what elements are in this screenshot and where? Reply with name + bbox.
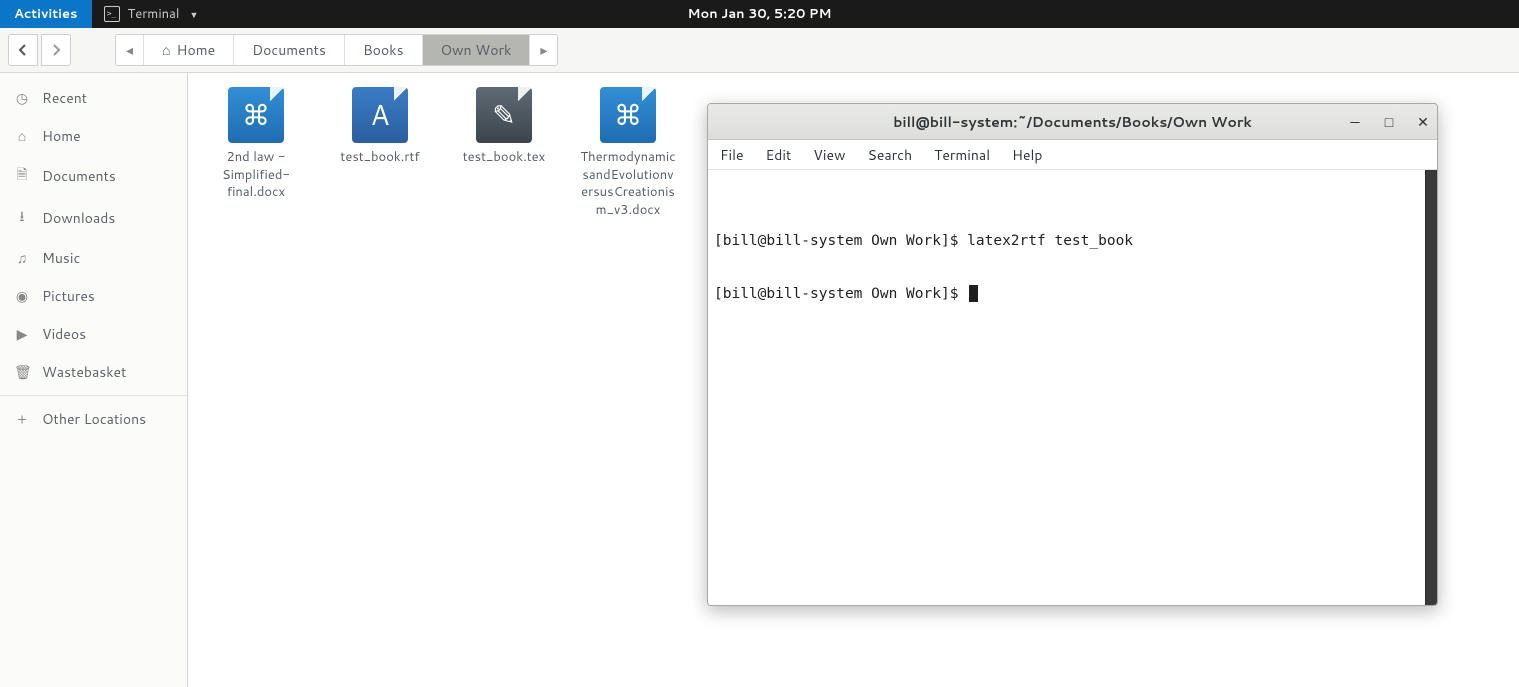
sidebar-item-label: Documents [42, 166, 116, 186]
terminal-title: bill@bill-system:~/Documents/Books/Own W… [893, 112, 1252, 132]
terminal-scrollbar[interactable] [1425, 170, 1437, 605]
sidebar-item-videos[interactable]: ▶ Videos [0, 315, 187, 353]
clock[interactable]: Mon Jan 30, 5:20 PM [688, 5, 832, 23]
maximize-button[interactable]: □ [1381, 112, 1397, 132]
path-seg-label: Home [177, 40, 216, 60]
sidebar-item-home[interactable]: ⌂ Home [0, 117, 187, 155]
sidebar-item-label: Wastebasket [42, 362, 126, 382]
file-label: ThermodynamicsandEvolutionversusCreation… [580, 149, 676, 219]
file-label: test_book.tex [456, 149, 552, 167]
chevron-left-icon [17, 44, 29, 56]
file-icon-tex: ✎ [476, 87, 532, 143]
sidebar-item-label: Videos [42, 324, 86, 344]
terminal-app-icon [104, 6, 120, 22]
files-toolbar: ◂ ⌂ Home Documents Books Own Work ▸ [0, 28, 1519, 73]
back-button[interactable] [8, 34, 38, 66]
file-label: test_book.rtf [332, 149, 428, 167]
path-home[interactable]: ⌂ Home [144, 35, 234, 65]
chevron-right-icon [50, 44, 62, 56]
plus-icon: + [14, 409, 30, 429]
terminal-output: [bill@bill-system Own Work]$ latex2rtf t… [714, 228, 1431, 308]
home-icon: ⌂ [162, 40, 170, 60]
terminal-menu-search[interactable]: Search [868, 145, 913, 165]
app-menu-label: Terminal [128, 5, 180, 23]
recent-icon: ◷ [14, 88, 30, 108]
wastebasket-icon: 🗑 [14, 362, 30, 382]
sidebar-item-music[interactable]: ♫ Music [0, 239, 187, 277]
sidebar-item-pictures[interactable]: ◉ Pictures [0, 277, 187, 315]
app-menu[interactable]: Terminal ▼ [92, 0, 211, 28]
chevron-down-icon: ▼ [189, 8, 198, 21]
videos-icon: ▶ [14, 324, 30, 344]
terminal-titlebar[interactable]: bill@bill-system:~/Documents/Books/Own W… [708, 104, 1437, 140]
downloads-icon: ⭳ [14, 206, 30, 230]
documents-icon: 🗎 [14, 164, 30, 188]
sidebar-item-label: Pictures [42, 286, 95, 306]
sidebar-item-label: Music [42, 248, 80, 268]
sidebar-item-wastebasket[interactable]: 🗑 Wastebasket [0, 353, 187, 391]
terminal-menu-edit[interactable]: Edit [766, 145, 792, 165]
sidebar-item-label: Home [42, 126, 81, 146]
sidebar-item-label: Other Locations [42, 409, 146, 429]
terminal-cursor [969, 285, 978, 302]
minimize-button[interactable]: — [1347, 112, 1363, 132]
sidebar-item-documents[interactable]: 🗎 Documents [0, 155, 187, 197]
sidebar-item-label: Downloads [42, 208, 115, 228]
terminal-menu-terminal[interactable]: Terminal [934, 145, 990, 165]
terminal-menubar: File Edit View Search Terminal Help [708, 140, 1437, 170]
pictures-icon: ◉ [14, 286, 30, 306]
sidebar-separator [0, 395, 187, 396]
file-icon-docx: ⌘ [228, 87, 284, 143]
sidebar-other-locations[interactable]: + Other Locations [0, 400, 187, 438]
terminal-menu-help[interactable]: Help [1012, 145, 1042, 165]
file-icon-rtf: A [352, 87, 408, 143]
file-label: 2nd law - Simplified-final.docx [208, 149, 304, 202]
music-icon: ♫ [14, 248, 30, 268]
terminal-menu-view[interactable]: View [813, 145, 845, 165]
terminal-menu-file[interactable]: File [720, 145, 744, 165]
file-item[interactable]: ✎ test_book.tex [456, 87, 552, 167]
activities-button[interactable]: Activities [0, 0, 92, 28]
gnome-top-panel: Activities Terminal ▼ Mon Jan 30, 5:20 P… [0, 0, 1519, 28]
sidebar-item-label: Recent [42, 88, 87, 108]
path-back[interactable]: ◂ [116, 35, 144, 65]
sidebar-item-downloads[interactable]: ⭳ Downloads [0, 197, 187, 239]
path-documents[interactable]: Documents [234, 35, 345, 65]
file-icon-docx: ⌘ [600, 87, 656, 143]
forward-button[interactable] [41, 34, 71, 66]
places-sidebar: ◷ Recent ⌂ Home 🗎 Documents ⭳ Downloads ♫ Music ◉ P… [0, 73, 188, 687]
close-button[interactable]: ✕ [1415, 112, 1431, 132]
terminal-body[interactable]: [bill@bill-system Own Work]$ latex2rtf t… [708, 170, 1437, 605]
file-item[interactable]: ⌘ ThermodynamicsandEvolutionversusCreatio… [580, 87, 676, 219]
path-books[interactable]: Books [345, 35, 423, 65]
file-item[interactable]: ⌘ 2nd law - Simplified-final.docx [208, 87, 304, 202]
home-icon: ⌂ [14, 126, 30, 146]
path-own-work[interactable]: Own Work [423, 35, 531, 65]
path-forward[interactable]: ▸ [530, 35, 557, 65]
file-item[interactable]: Atest_book.rtf [332, 87, 428, 167]
pathbar: ◂ ⌂ Home Documents Books Own Work ▸ [115, 34, 558, 66]
sidebar-item-recent[interactable]: ◷ Recent [0, 79, 187, 117]
terminal-window[interactable]: bill@bill-system:~/Documents/Books/Own W… [707, 103, 1438, 606]
